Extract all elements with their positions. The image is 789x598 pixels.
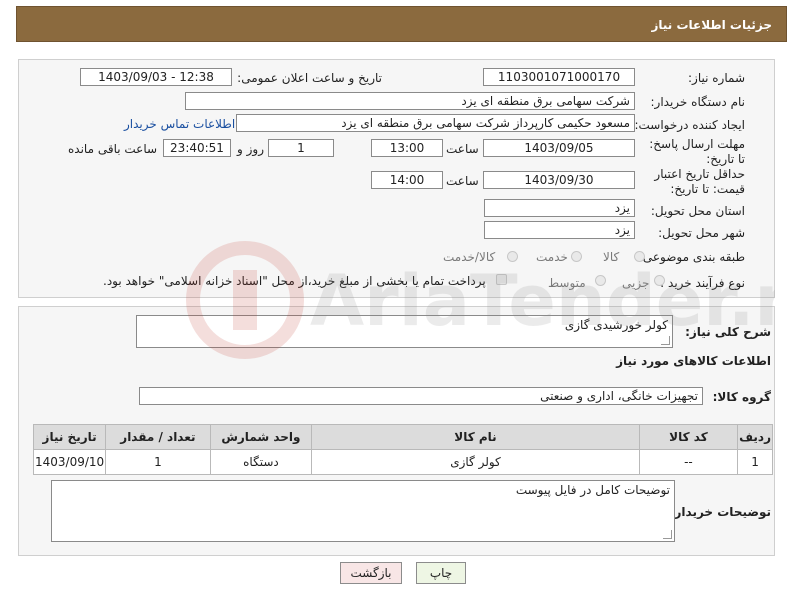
- treasury-payment-checkbox[interactable]: [496, 274, 507, 285]
- buyer-notes-field: توضیحات کامل در فایل پیوست: [51, 480, 675, 542]
- col-name: نام کالا: [311, 424, 640, 450]
- response-deadline-date: 1403/09/05: [483, 139, 635, 157]
- delivery-province-field: یزد: [484, 199, 635, 217]
- goods-group-label: گروه کالا:: [712, 390, 771, 404]
- goods-table: ردیف کد کالا نام کالا واحد شمارش تعداد /…: [32, 424, 773, 475]
- buyer-org-label: نام دستگاه خریدار:: [650, 95, 746, 109]
- delivery-city-label: شهر محل تحویل:: [658, 226, 745, 240]
- remaining-time-field: 23:40:51: [163, 139, 231, 157]
- price-validity-time: 14:00: [371, 171, 443, 189]
- category-goods-service-label: کالا/خدمت: [443, 250, 496, 264]
- purchase-medium-label: متوسط: [548, 276, 586, 290]
- resize-handle[interactable]: [663, 530, 672, 539]
- purchase-type-label: نوع فرآیند خرید :: [660, 276, 745, 290]
- general-desc-label: شرح کلی نیاز:: [685, 325, 771, 339]
- page-title: جزئیات اطلاعات نیاز: [651, 18, 772, 32]
- col-row: ردیف: [737, 424, 773, 450]
- back-button[interactable]: بازگشت: [340, 562, 402, 584]
- purchase-medium-radio[interactable]: [595, 275, 606, 286]
- category-goods-label: کالا: [603, 250, 620, 264]
- goods-group-field: تجهیزات خانگی، اداری و صنعتی: [139, 387, 703, 405]
- need-number-field: 1103001071000170: [483, 68, 635, 86]
- cell-quantity: 1: [105, 449, 211, 475]
- category-goods-service-radio[interactable]: [507, 251, 518, 262]
- goods-table-header: ردیف کد کالا نام کالا واحد شمارش تعداد /…: [32, 424, 773, 450]
- category-service-label: خدمت: [536, 250, 568, 264]
- response-deadline-label: مهلت ارسال پاسخ: تا تاریخ:: [649, 137, 745, 166]
- category-goods-radio[interactable]: [634, 251, 645, 262]
- requester-label: ایجاد کننده درخواست:: [634, 118, 745, 132]
- delivery-city-field: یزد: [484, 221, 635, 239]
- cell-code: --: [638, 449, 739, 475]
- cell-unit: دستگاه: [209, 449, 313, 475]
- col-unit: واحد شمارش: [209, 424, 313, 450]
- table-row: 1 -- کولر گازی دستگاه 1 1403/09/10: [32, 449, 773, 475]
- response-time-label: ساعت: [446, 142, 479, 156]
- print-button[interactable]: چاپ: [416, 562, 466, 584]
- announce-datetime-field: 1403/09/03 - 12:38: [80, 68, 232, 86]
- category-service-radio[interactable]: [571, 251, 582, 262]
- buyer-org-field: شرکت سهامی برق منطقه ای یزد: [185, 92, 635, 110]
- col-date: تاریخ نیاز: [32, 424, 107, 450]
- response-deadline-time: 13:00: [371, 139, 443, 157]
- resize-handle[interactable]: [661, 336, 670, 345]
- general-desc-field: کولر خورشیدی گازی: [136, 315, 673, 348]
- purchase-small-label: جزیی: [622, 276, 650, 290]
- goods-info-title: اطلاعات کالاهای مورد نیاز: [616, 354, 771, 368]
- remaining-time-label: ساعت باقی مانده: [68, 142, 158, 156]
- cell-date: 1403/09/10: [32, 449, 107, 475]
- general-desc-text: کولر خورشیدی گازی: [564, 318, 668, 332]
- price-time-label: ساعت: [446, 174, 479, 188]
- days-label: روز و: [237, 142, 264, 156]
- buyer-notes-text: توضیحات کامل در فایل پیوست: [515, 483, 670, 497]
- price-validity-label: حداقل تاریخ اعتبار قیمت: تا تاریخ:: [654, 167, 745, 196]
- requester-field: مسعود حکیمی کارپرداز شرکت سهامی برق منطق…: [236, 114, 635, 132]
- category-label: طبقه بندی موضوعی:: [638, 250, 745, 264]
- announce-datetime-label: تاریخ و ساعت اعلان عمومی:: [237, 71, 382, 85]
- need-number-label: شماره نیاز:: [688, 71, 745, 85]
- col-quantity: تعداد / مقدار: [105, 424, 211, 450]
- treasury-payment-note: پرداخت تمام یا بخشی از مبلغ خرید،از محل …: [103, 274, 486, 288]
- delivery-province-label: استان محل تحویل:: [650, 204, 745, 218]
- purchase-small-radio[interactable]: [654, 275, 665, 286]
- cell-row: 1: [737, 449, 773, 475]
- page-header: جزئیات اطلاعات نیاز: [16, 6, 787, 42]
- col-code: کد کالا: [638, 424, 739, 450]
- buyer-contact-link[interactable]: اطلاعات تماس خریدار: [124, 117, 235, 131]
- cell-name: کولر گازی: [311, 449, 640, 475]
- buyer-notes-label: توضیحات خریدار:: [669, 505, 771, 519]
- remaining-days-field: 1: [268, 139, 334, 157]
- price-validity-date: 1403/09/30: [483, 171, 635, 189]
